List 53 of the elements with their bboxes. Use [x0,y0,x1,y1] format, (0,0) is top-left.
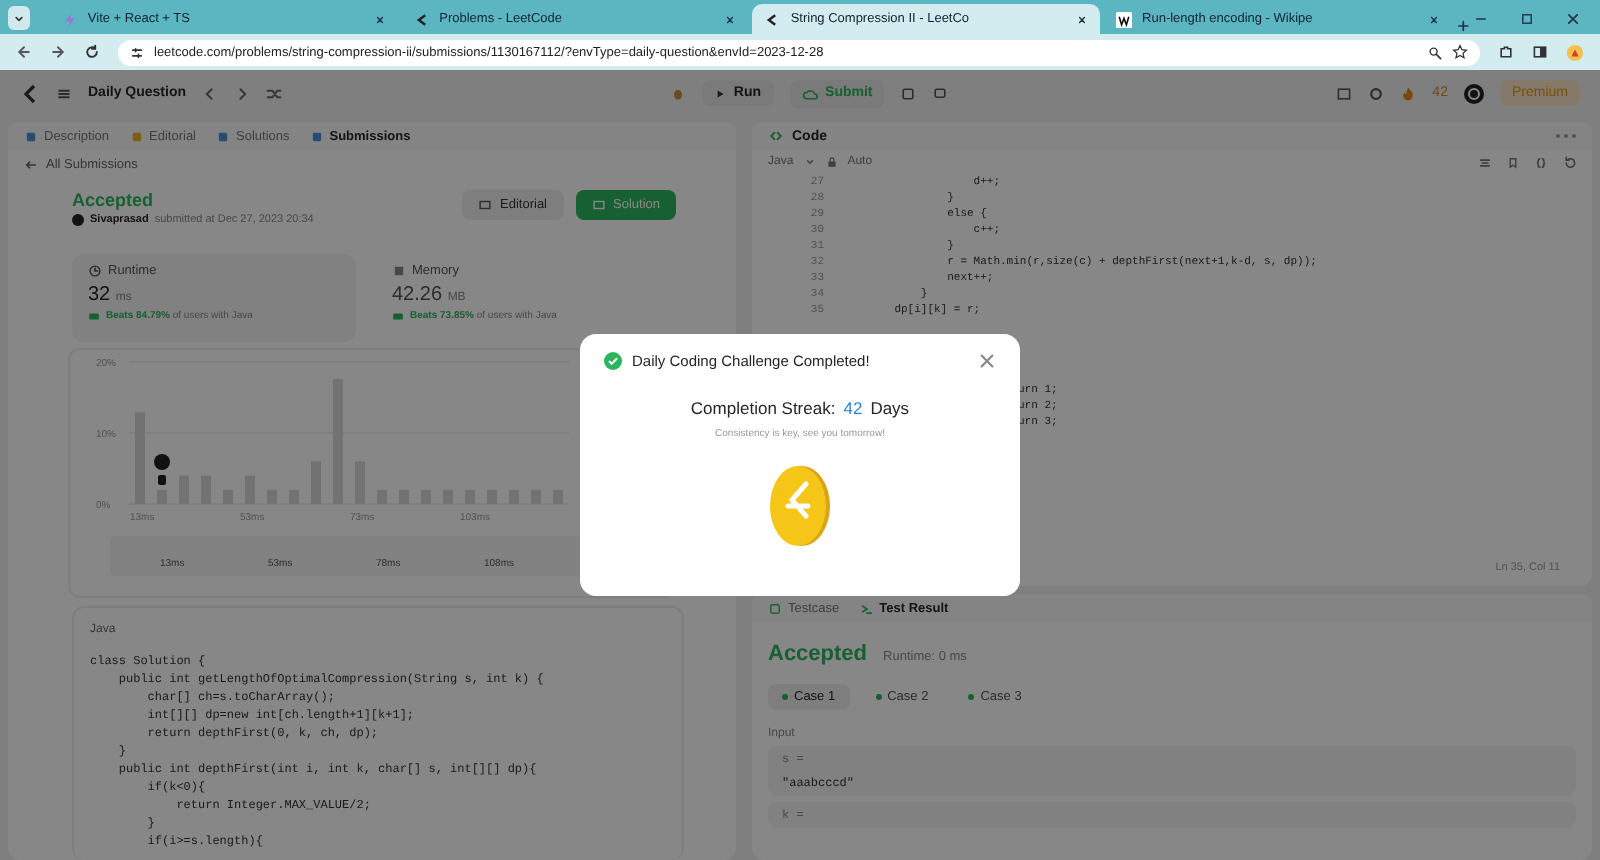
sidebar-icon[interactable] [1532,44,1548,60]
profile-icon[interactable] [1566,43,1584,61]
close-icon[interactable] [1427,13,1440,25]
avatar-icon[interactable] [1463,83,1484,103]
tab-icon [24,129,38,143]
user-marker-icon [154,454,170,485]
forward-icon[interactable] [50,44,66,60]
site-info-icon[interactable] [130,45,144,59]
tab-list-button[interactable] [8,6,30,30]
stat-value: 42.26 [392,284,443,306]
cloud-upload-icon [801,85,818,101]
tab-icon [129,129,144,143]
bookmark-icon[interactable] [1506,155,1520,169]
back-arrow-icon[interactable] [24,157,38,171]
reset-icon[interactable] [1562,155,1576,169]
terminal-icon [859,601,874,615]
streak-label: Completion Streak: [690,398,836,418]
play-icon [713,87,726,99]
braces-icon[interactable] [1534,155,1548,169]
list-icon[interactable] [56,85,72,101]
streak-value: 42 [843,398,863,418]
chevron-down-icon [803,156,816,168]
w-letter-icon [1116,11,1133,27]
star-icon[interactable] [1452,44,1468,60]
submission-status: Accepted [72,190,156,210]
tab-icon [309,129,324,143]
stat-value: 32 [88,284,111,306]
checkbox-icon [768,601,782,615]
extensions-icon[interactable] [1498,44,1514,60]
format-icon[interactable] [1478,155,1492,169]
clock-icon [88,264,102,278]
streak-unit: Days [870,398,910,418]
new-tab-icon[interactable] [1455,18,1470,34]
maximize-icon[interactable] [1520,12,1534,26]
avatar-icon [72,214,84,226]
result-status: Accepted [768,642,868,666]
close-icon[interactable] [373,13,386,25]
zoom-icon[interactable] [1428,45,1442,59]
minimize-icon[interactable] [1474,12,1488,26]
close-icon[interactable] [724,13,737,25]
lightning-icon [61,11,78,27]
chevron-down-icon [11,11,26,25]
check-circle-icon [604,352,622,370]
shuffle-icon[interactable] [266,85,283,101]
lock-icon [825,156,838,168]
tab-icon [216,129,230,143]
close-icon[interactable] [1566,12,1580,26]
close-icon[interactable] [1076,13,1089,25]
back-icon[interactable] [16,44,32,60]
coin-icon [768,464,832,548]
next-icon[interactable] [234,85,251,101]
code-icon [768,128,784,144]
reload-icon[interactable] [84,44,100,60]
